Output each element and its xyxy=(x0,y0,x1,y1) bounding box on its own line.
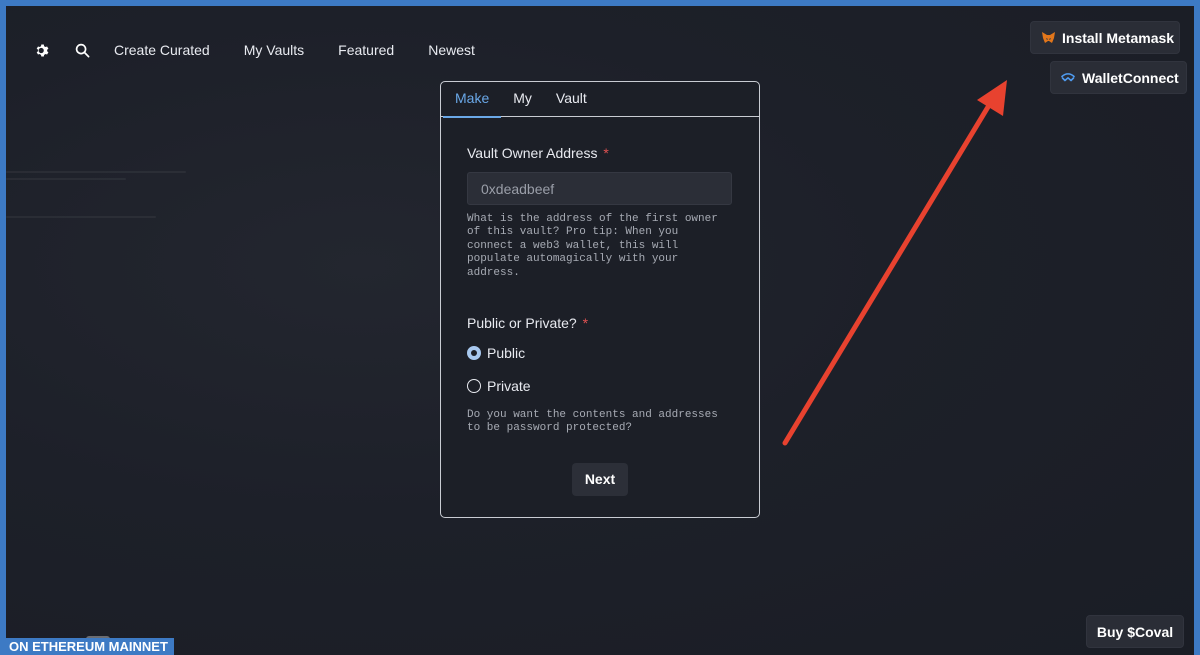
annotation-arrow xyxy=(782,80,1007,446)
network-badge: ON ETHEREUM MAINNET xyxy=(4,638,174,655)
